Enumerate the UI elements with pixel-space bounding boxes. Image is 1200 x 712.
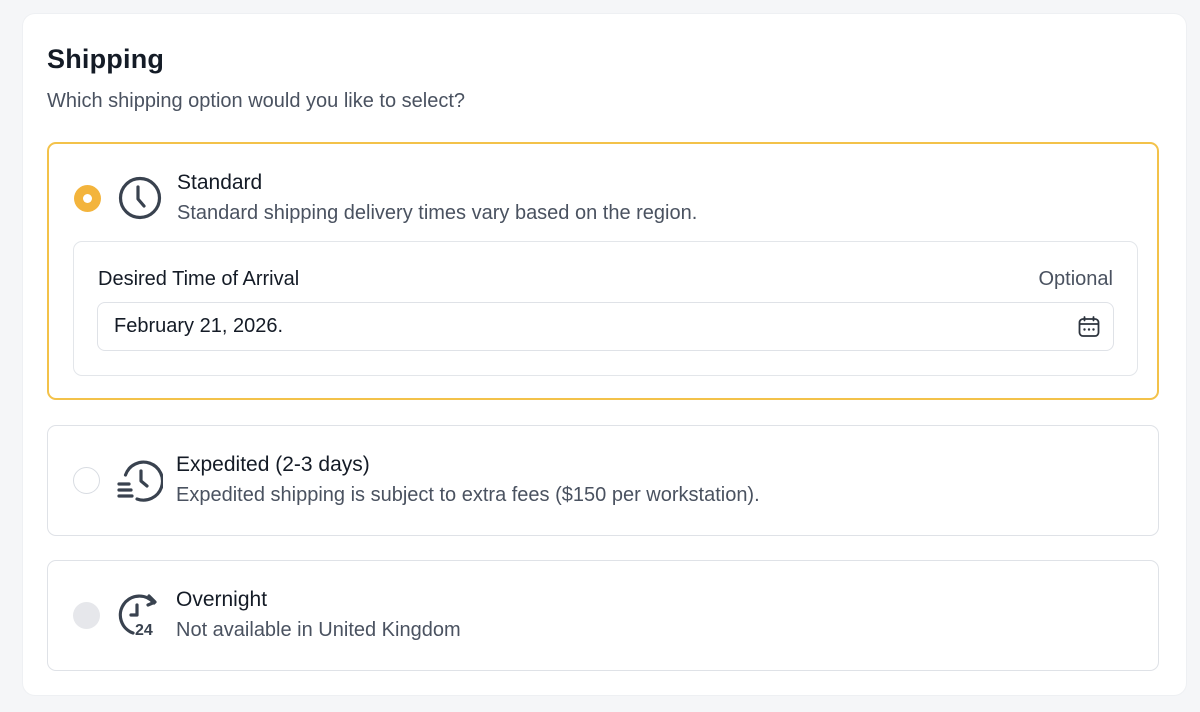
option-title: Overnight — [176, 588, 268, 611]
radio-expedited[interactable] — [73, 467, 100, 494]
clock-icon — [118, 176, 162, 220]
option-title: Standard — [177, 171, 263, 194]
section-title: Shipping — [47, 44, 165, 74]
svg-text:24: 24 — [135, 622, 153, 639]
shipping-option-expedited[interactable]: Expedited (2-3 days) Expedited shipping … — [47, 425, 1159, 536]
radio-standard[interactable] — [74, 185, 101, 212]
24-hour-icon: 24 — [118, 594, 157, 639]
shipping-panel: Shipping Which shipping option would you… — [23, 14, 1186, 695]
section-subtitle: Which shipping option would you like to … — [47, 90, 466, 112]
option-description: Standard shipping delivery times vary ba… — [177, 202, 698, 224]
shipping-option-standard[interactable]: Standard Standard shipping delivery time… — [47, 142, 1159, 400]
calendar-icon[interactable] — [1077, 315, 1101, 339]
arrival-date-section: Desired Time of Arrival Optional Februar… — [73, 241, 1138, 376]
fast-clock-icon — [117, 460, 163, 502]
optional-label: Optional — [1038, 268, 1114, 290]
radio-overnight[interactable] — [73, 602, 100, 629]
date-field-label: Desired Time of Arrival — [98, 268, 300, 290]
option-description: Not available in United Kingdom — [176, 619, 461, 641]
date-input-value: February 21, 2026. — [114, 315, 283, 337]
shipping-option-overnight[interactable]: 24 Overnight Not available in United Kin… — [47, 560, 1159, 671]
option-description: Expedited shipping is subject to extra f… — [176, 484, 760, 506]
arrival-date-input[interactable]: February 21, 2026. — [97, 302, 1114, 351]
option-title: Expedited (2-3 days) — [176, 453, 370, 476]
